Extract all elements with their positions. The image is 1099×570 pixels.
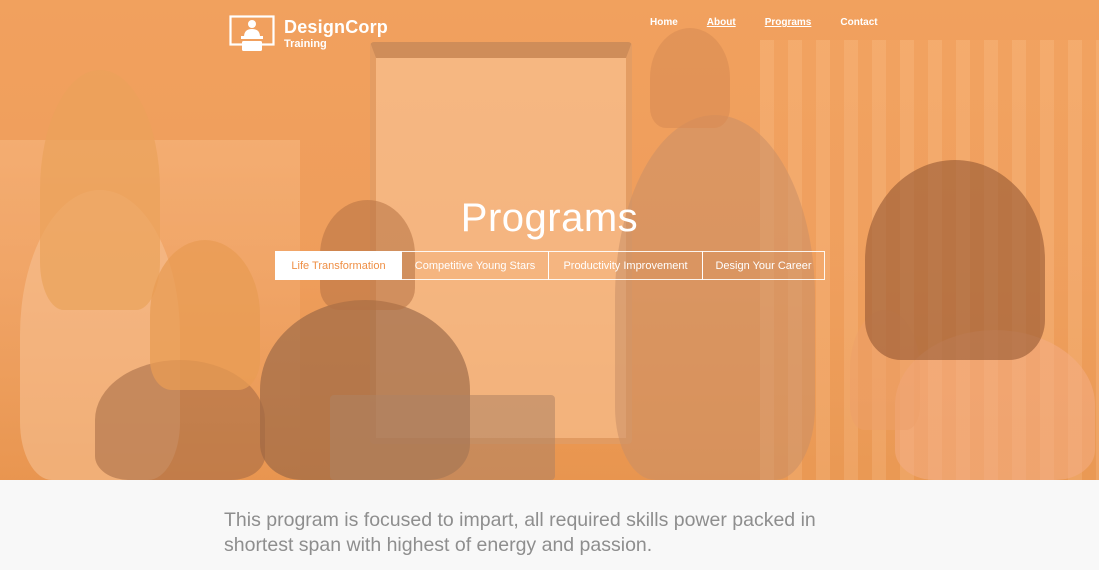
nav-item-programs[interactable]: Programs [765, 17, 812, 28]
nav-item-contact[interactable]: Contact [840, 17, 877, 28]
tab-productivity-improvement[interactable]: Productivity Improvement [548, 251, 703, 280]
tab-life-transformation[interactable]: Life Transformation [275, 251, 402, 280]
nav-item-home[interactable]: Home [650, 17, 678, 28]
brand-name: DesignCorp [284, 17, 389, 37]
tab-design-your-career[interactable]: Design Your Career [702, 251, 825, 280]
nav-item-about[interactable]: About [707, 17, 736, 28]
hero-banner: DesignCorp Training Home About Programs … [0, 0, 1099, 480]
page-title: Programs [460, 196, 639, 240]
brand-logo-link[interactable]: DesignCorp Training [229, 15, 388, 53]
program-intro-text: This program is focused to impart, all r… [224, 509, 816, 556]
main-nav: Home About Programs Contact [650, 17, 907, 28]
tab-competitive-young-stars[interactable]: Competitive Young Stars [401, 251, 549, 280]
brand-wordmark: DesignCorp Training [284, 18, 388, 50]
brand-tagline: Training [284, 38, 327, 50]
presenter-at-podium-icon [229, 15, 275, 53]
program-tabs: Life Transformation Competitive Young St… [275, 251, 825, 280]
